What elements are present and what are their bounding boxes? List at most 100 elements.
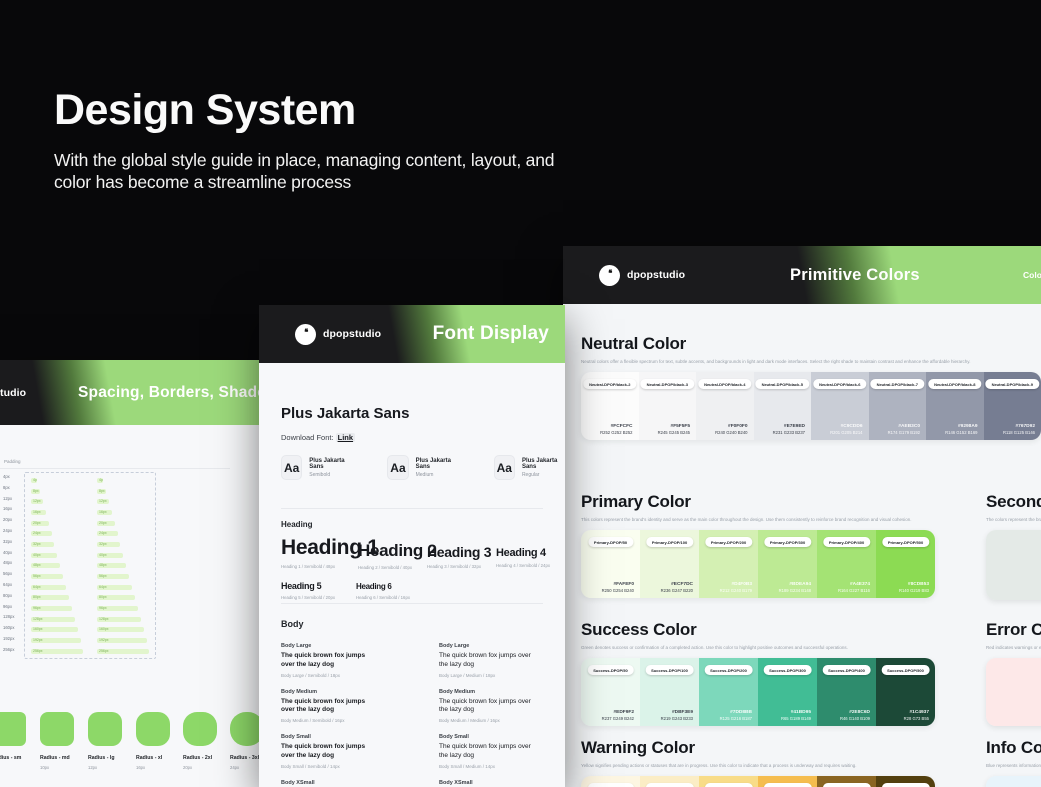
swatch-token-label: Success-DPOP/400 [822,665,871,675]
radius-value: 16px [136,765,176,770]
font-sample-weight: Semibold [309,472,352,478]
heading-sample-text: Heading 3 [427,544,491,560]
heading-sample-caption: Heading 3 / Semibold / 32px [427,564,491,569]
spacing-bar: 96px [31,606,72,611]
radius-label: Radius - 3xl [230,755,259,761]
spacing-bar: 128px [97,617,141,622]
color-swatch: Neutral-DPOP/black-5#E7E9EDR231 G233 B23… [754,372,812,440]
color-swatch: Neutral-DPOP/black-6 #C9CDD6R201 G205 B21… [811,372,869,440]
spacing-row: 24px24px [25,528,155,539]
swatch-values: #F5F5F5R245 G245 B245 [658,424,690,436]
swatch-token-label: Neutral-DPOP/black-5 [756,379,809,389]
swatch-token-label: Pending-DPOP/500 [881,783,929,787]
spacing-bar: 32px [97,542,120,547]
download-font-label: Download Font: [281,433,334,442]
info-color-section: Info Color Blue represents informational… [986,738,1041,787]
swatch-rgb: R189 G234 B148 [779,588,811,593]
font-sample-weight: Regular [522,472,565,478]
swatch-values: #8CDB53R140 G219 B83 [899,582,929,594]
spacing-bar: 56px [97,574,129,579]
swatch-hex: #2E8C6D [840,710,870,715]
spacing-bar: 4px [97,478,103,483]
swatch-token-label: Success-DPOP/500 [881,665,930,675]
spacing-row-label: 4px [3,474,14,485]
color-swatch: Neutral-DPOP/black-4#F0F0F0R240 G240 B24… [696,372,754,440]
body-sample: Body SmallThe quick brown fox jumps over… [439,734,559,769]
color-swatch: Pending-DPOP/400 [817,776,876,787]
swatch-values: #2E8C6DR46 G140 B109 [840,710,870,722]
spacing-bar: 56px [31,574,63,579]
spacing-scale-labels: 4px8px12px16px20px24px32px40px48px56px64… [3,474,14,658]
radius-label: Radius - 2xl [183,755,223,761]
body-sample-text: The quick brown fox jumps over the lazy … [439,652,535,670]
section-description: Blue represents informational messages a… [986,763,1041,768]
error-color-section: Error Color Red indicates warnings or er… [986,620,1041,726]
body-sample-label: Body Medium [439,689,559,695]
swatch-rgb: R46 G140 B109 [840,716,870,721]
color-swatch: Success-DPOP/500 #1C4937R28 G73 B55 [876,658,935,726]
section-title: Error Color [986,620,1041,640]
nav-item-colors[interactable]: Colors [1023,270,1041,280]
spacing-row-label: 64px [3,582,14,593]
padding-section-label: Padding [4,459,21,464]
spacing-bar: 128px [31,617,75,622]
radius-sample: Radius - 2xl20px [183,712,223,770]
radius-sample: Radius - lg12px [88,712,128,770]
body-sample: Body XSmallThe quick brown fox jumps ove… [439,780,559,787]
swatch-values: #C9CDD6R201 G205 B214 [830,424,862,436]
spacing-panel: ❛❛ dpopstudio Spacing, Borders, Shadows … [0,360,259,787]
radius-swatch [183,712,217,746]
spacing-bar: 80px [31,595,69,600]
swatch-hex: #767D92 [1003,424,1035,429]
color-swatch: Primary-DPOP/50#FAFEF0R250 G254 B240 [581,530,640,598]
spacing-bar: 48px [97,563,126,568]
swatch-hex: #BDEA94 [779,582,811,587]
swatch-token-label: Success-DPOP/100 [645,665,694,675]
brand-name: dpopstudio [0,387,26,399]
section-description: Yellow signifies pending actions or stat… [581,763,931,768]
heading-sample-caption: Heading 2 / Semibold / 40px [358,565,437,570]
font-sample-text: Plus Jakarta SansMedium [416,458,459,478]
download-font-link[interactable]: Link [336,433,355,442]
swatch-hex: #8CDB53 [899,582,929,587]
color-swatch: Neutral-DPOP/black-2#FCFCFCR252 G252 B25… [581,372,639,440]
primitive-colors-panel: ❛❛ dpopstudio Primitive Colors Colors Ne… [563,246,1041,787]
neutral-swatch-row: Neutral-DPOP/black-2#FCFCFCR252 G252 B25… [581,372,1041,440]
color-swatch: Success-DPOP/400 #2E8C6DR46 G140 B109 [817,658,876,726]
spacing-bar: 48px [31,563,60,568]
swatch-token-label: Success-DPOP/200 [704,665,753,675]
font-sample-name: Plus Jakarta Sans [309,458,352,470]
swatch-token-label: Primary-DPOP/400 [823,537,870,547]
swatch-rgb: R174 G179 B192 [888,430,920,435]
spacing-bar: 16px [97,510,112,515]
swatch-hex: #FCFCFC [600,424,632,429]
swatch-token-label: Neutral-DPOP/black-4 [698,379,751,389]
font-weight-sample: AaPlus Jakarta SansMedium [387,455,458,480]
body-sample-label: Body Small [439,734,559,740]
color-swatch: Pending-DPOP/500 [876,776,935,787]
swatch-token-label: Neutral-DPOP/black-6 [813,379,866,389]
swatch-rgb: R140 G219 B83 [899,588,929,593]
swatch-rgb: R250 G254 B240 [602,588,634,593]
success-color-section: Success Color Green denotes success or c… [581,620,935,726]
color-swatch: Primary-DPOP/300#BDEA94R189 G234 B148 [758,530,817,598]
swatch-token-label: Primary-DPOP/500 [882,537,929,547]
color-swatch: Neutral-DPOP/black-3#F5F5F5R245 G245 B24… [639,372,697,440]
spacing-bar: 64px [97,585,132,590]
section-description: Neutral colors offer a flexible spectrum… [581,359,1021,364]
aa-glyph: Aa [281,455,302,480]
heading-sample: Heading 2Heading 2 / Semibold / 40px [358,541,437,570]
swatch-values: #1C4937R28 G73 B55 [904,710,929,722]
info-swatch-row [986,776,1041,787]
font-panel-title: Font Display [433,323,549,345]
swatch-values: #767D92R118 G125 B146 [1003,424,1035,436]
swatch-rgb: R236 G247 B220 [661,588,693,593]
warning-swatch-row: Pending-DPOP/50Pending-DPOP/100Pending-D… [581,776,935,787]
heading-sample-caption: Heading 6 / Semibold / 16px [356,595,410,600]
body-sample-label: Body XSmall [281,780,401,786]
swatch-token-label: Pending-DPOP/400 [822,783,870,787]
spacing-row: 8px8px [25,486,155,497]
spacing-row-label: 16px [3,506,14,517]
swatch-token-label: Pending-DPOP/200 [704,783,752,787]
spacing-row: 80px80px [25,593,155,604]
